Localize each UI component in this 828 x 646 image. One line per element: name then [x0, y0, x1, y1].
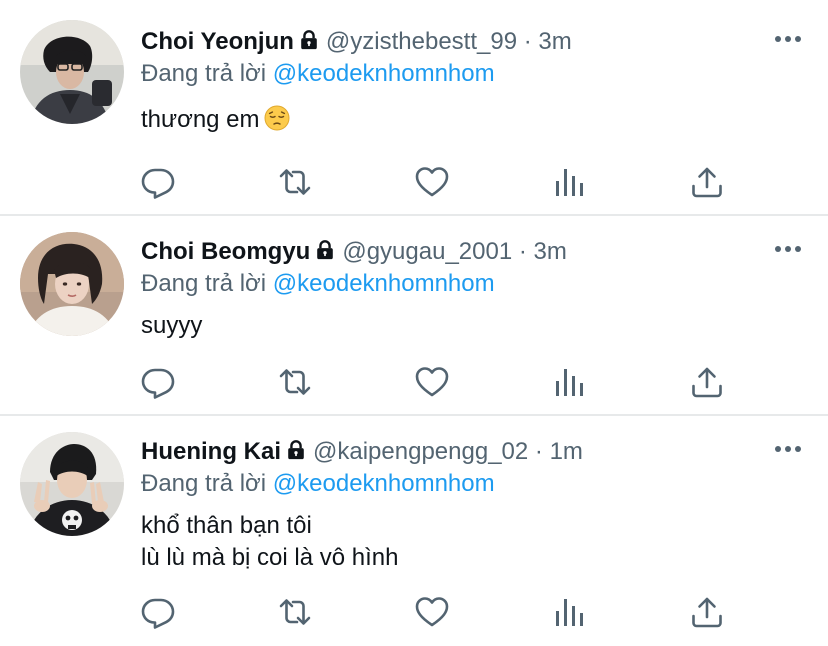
separator-dot: · — [534, 438, 543, 465]
tweet-actions — [141, 595, 741, 629]
reply-prefix: Đang trả lời — [141, 270, 267, 297]
tweet-time[interactable]: 3m — [538, 28, 571, 55]
tweet-text-line: suyyy — [141, 312, 203, 339]
tweet-header: Choi Beomgyu @gyugau_2001 · 3m — [141, 236, 567, 268]
share-icon[interactable] — [690, 365, 724, 399]
reply-mention-link[interactable]: @keodeknhomnhom — [273, 60, 495, 87]
retweet-icon[interactable] — [278, 165, 312, 199]
separator-dot: · — [518, 238, 527, 265]
like-icon[interactable] — [415, 365, 449, 399]
avatar[interactable] — [20, 20, 124, 124]
analytics-icon[interactable] — [553, 165, 587, 199]
like-icon[interactable] — [415, 595, 449, 629]
reply-mention-link[interactable]: @keodeknhomnhom — [273, 470, 495, 497]
reply-prefix: Đang trả lời — [141, 60, 267, 87]
share-icon[interactable] — [690, 165, 724, 199]
avatar[interactable] — [20, 432, 124, 536]
analytics-icon[interactable] — [553, 365, 587, 399]
lock-icon — [314, 239, 336, 261]
tweet-header: Choi Yeonjun @yzisthebestt_99 · 3m — [141, 26, 572, 58]
tweet[interactable]: Choi Yeonjun @yzisthebestt_99 · 3m Đang t… — [0, 0, 828, 216]
retweet-icon[interactable] — [278, 595, 312, 629]
share-icon[interactable] — [690, 595, 724, 629]
analytics-icon[interactable] — [553, 595, 587, 629]
pensive-face-icon — [264, 105, 290, 131]
user-handle[interactable]: @yzisthebestt_99 — [326, 28, 517, 55]
reply-context: Đang trả lời @keodeknhomnhom — [141, 268, 495, 300]
reply-icon[interactable] — [141, 365, 175, 399]
tweet-header: Huening Kai @kaipengpengg_02 · 1m — [141, 436, 583, 468]
more-icon[interactable] — [774, 34, 802, 44]
reply-icon[interactable] — [141, 595, 175, 629]
reply-context: Đang trả lời @keodeknhomnhom — [141, 58, 495, 90]
like-icon[interactable] — [415, 165, 449, 199]
tweet-text: suyyy — [141, 310, 202, 342]
retweet-icon[interactable] — [278, 365, 312, 399]
separator-dot: · — [523, 28, 532, 55]
reply-prefix: Đang trả lời — [141, 470, 267, 497]
reply-mention-link[interactable]: @keodeknhomnhom — [273, 270, 495, 297]
reply-icon[interactable] — [141, 165, 175, 199]
tweet-time[interactable]: 3m — [534, 238, 567, 265]
more-icon[interactable] — [774, 444, 802, 454]
lock-icon — [285, 439, 307, 461]
user-handle[interactable]: @gyugau_2001 — [342, 238, 512, 265]
tweet-time[interactable]: 1m — [550, 438, 583, 465]
reply-context: Đang trả lời @keodeknhomnhom — [141, 468, 495, 500]
avatar[interactable] — [20, 232, 124, 336]
tweet[interactable]: Choi Beomgyu @gyugau_2001 · 3m Đang trả l… — [0, 216, 828, 416]
tweet-text-line: khổ thân bạn tôi — [141, 512, 312, 539]
tweet-text: thương em — [141, 104, 290, 136]
lock-icon — [298, 29, 320, 51]
tweet-actions — [141, 165, 741, 199]
tweet-actions — [141, 365, 741, 399]
tweet-text: khổ thân bạn tôi lù lù mà bị coi là vô h… — [141, 510, 398, 574]
user-handle[interactable]: @kaipengpengg_02 — [313, 438, 528, 465]
tweet-text-line: lù lù mà bị coi là vô hình — [141, 544, 399, 571]
tweet-text-line: thương em — [141, 106, 260, 133]
tweet[interactable]: Huening Kai @kaipengpengg_02 · 1m Đang tr… — [0, 416, 828, 646]
display-name[interactable]: Choi Beomgyu — [141, 238, 310, 265]
more-icon[interactable] — [774, 244, 802, 254]
display-name[interactable]: Choi Yeonjun — [141, 28, 294, 55]
display-name[interactable]: Huening Kai — [141, 438, 281, 465]
